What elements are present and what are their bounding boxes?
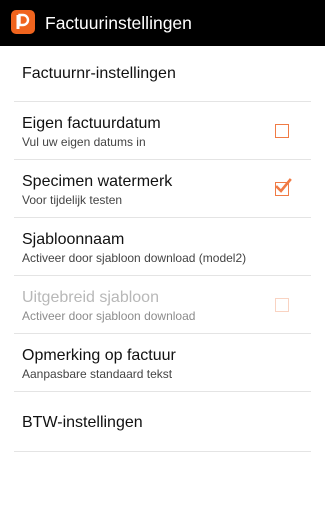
- setting-summary: Vul uw eigen datums in: [22, 135, 146, 149]
- setting-sjabloonnaam[interactable]: Sjabloonnaam Activeer door sjabloon down…: [14, 218, 311, 276]
- action-bar: Factuurinstellingen: [0, 0, 325, 46]
- setting-specimen-watermerk[interactable]: Specimen watermerk Voor tijdelijk testen: [14, 160, 311, 218]
- setting-title: Uitgebreid sjabloon: [22, 289, 159, 306]
- specimen-watermerk-checkbox[interactable]: [275, 178, 292, 196]
- setting-summary: Activeer door sjabloon download (model2): [22, 251, 247, 265]
- uitgebreid-sjabloon-checkbox: [275, 298, 289, 312]
- setting-opmerking-op-factuur[interactable]: Opmerking op factuur Aanpasbare standaar…: [14, 334, 311, 392]
- setting-title: Sjabloonnaam: [22, 231, 125, 248]
- setting-title: Eigen factuurdatum: [22, 115, 161, 132]
- setting-title: Opmerking op factuur: [22, 347, 176, 364]
- app-logo-icon[interactable]: [11, 10, 35, 34]
- page-title: Factuurinstellingen: [45, 13, 192, 33]
- setting-uitgebreid-sjabloon: Uitgebreid sjabloon Activeer door sjablo…: [14, 276, 311, 334]
- app-window: Factuurinstellingen Factuurnr-instelling…: [0, 0, 325, 512]
- setting-title: Factuurnr-instellingen: [22, 65, 176, 82]
- setting-factuurnr-instellingen[interactable]: Factuurnr-instellingen: [14, 46, 311, 102]
- setting-summary: Aanpasbare standaard tekst: [22, 367, 173, 381]
- setting-title: Specimen watermerk: [22, 173, 173, 190]
- setting-summary: Activeer door sjabloon download: [22, 309, 196, 323]
- setting-summary: Voor tijdelijk testen: [22, 193, 123, 207]
- setting-eigen-factuurdatum[interactable]: Eigen factuurdatum Vul uw eigen datums i…: [14, 102, 311, 160]
- setting-btw-instellingen[interactable]: BTW-instellingen: [14, 392, 311, 452]
- setting-title: BTW-instellingen: [22, 414, 143, 431]
- checkmark-icon: [275, 178, 292, 193]
- eigen-factuurdatum-checkbox[interactable]: [275, 124, 289, 138]
